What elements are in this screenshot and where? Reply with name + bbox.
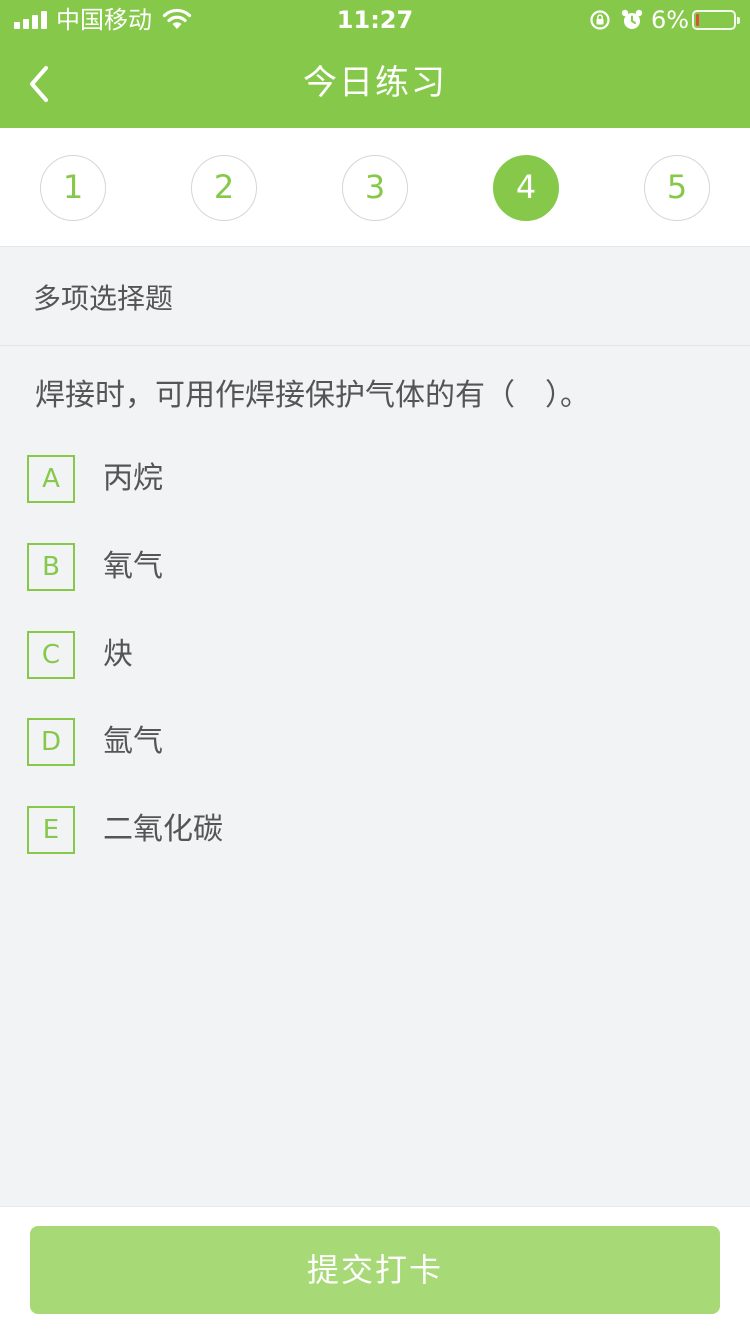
option-letter[interactable]: A (27, 455, 75, 503)
option-letter[interactable]: C (27, 631, 75, 679)
option-a[interactable]: A 丙烷 (27, 455, 707, 503)
alarm-icon (621, 9, 643, 29)
question-type-section: 多项选择题 (0, 248, 750, 346)
battery-percentage: 6% (651, 6, 690, 34)
option-d[interactable]: D 氩气 (27, 718, 707, 766)
rotation-lock-icon (590, 10, 610, 30)
header: 中国移动 11:27 6% 今日练习 (0, 0, 750, 128)
option-text: 丙烷 (103, 461, 163, 496)
question-number-1[interactable]: 1 (40, 155, 106, 221)
question-text: 焊接时，可用作焊接保护气体的有（ ）。 (35, 378, 590, 413)
option-text: 二氧化碳 (103, 812, 223, 847)
battery-icon (692, 10, 740, 30)
question-number-2[interactable]: 2 (191, 155, 257, 221)
status-bar: 中国移动 11:27 6% (0, 0, 750, 40)
option-letter[interactable]: B (27, 543, 75, 591)
option-text: 氩气 (103, 724, 163, 759)
footer-bar: 提交打卡 (0, 1206, 750, 1334)
question-number-3[interactable]: 3 (342, 155, 408, 221)
question-number-4[interactable]: 4 (493, 155, 559, 221)
question-number-5[interactable]: 5 (644, 155, 710, 221)
option-letter[interactable]: D (27, 718, 75, 766)
page-title: 今日练习 (303, 63, 447, 103)
option-c[interactable]: C 炔 (27, 631, 707, 679)
submit-checkin-button[interactable]: 提交打卡 (30, 1226, 720, 1314)
option-e[interactable]: E 二氧化碳 (27, 806, 707, 854)
question-type-label: 多项选择题 (33, 282, 174, 315)
option-letter[interactable]: E (27, 806, 75, 854)
question-number-strip: 1 2 3 4 5 (0, 128, 750, 247)
option-b[interactable]: B 氧气 (27, 543, 707, 591)
app-screen: 中国移动 11:27 6% 今日练习 1 2 3 4 5 多项选择题 焊接时，可… (0, 0, 750, 1334)
option-text: 氧气 (103, 549, 163, 584)
option-text: 炔 (103, 637, 133, 672)
